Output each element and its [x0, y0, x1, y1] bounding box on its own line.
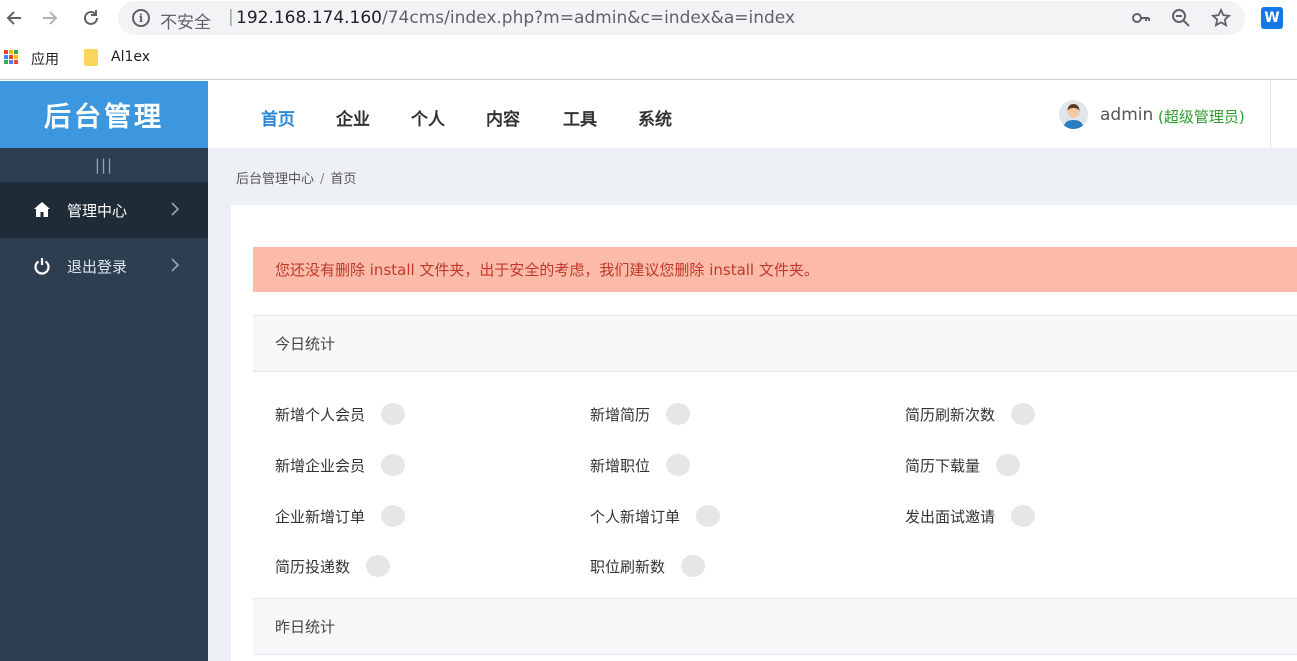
install-warning-alert: 您还没有删除 install 文件夹，出于安全的考虑，我们建议您删除 insta…: [253, 247, 1297, 292]
admin-app: 后台管理 ||| 管理中心 退出登录 首页 企业 个人 内容 工具 系统 adm…: [0, 81, 1297, 661]
stat-item: 企业新增订单: [275, 505, 406, 527]
tab-company[interactable]: 企业: [336, 105, 370, 130]
stat-item: 职位刷新数: [590, 555, 706, 577]
tab-system[interactable]: 系统: [638, 105, 672, 130]
count-badge: [381, 403, 406, 425]
count-badge: [666, 454, 691, 476]
count-badge: [696, 505, 721, 527]
insecure-label: 不安全: [160, 13, 211, 33]
extension-icon[interactable]: W: [1261, 7, 1283, 29]
back-icon[interactable]: [0, 4, 28, 32]
logo[interactable]: 后台管理: [0, 81, 208, 148]
apps-grid-icon[interactable]: [4, 50, 18, 64]
stat-item: 个人新增订单: [590, 505, 721, 527]
reload-icon[interactable]: [77, 4, 105, 32]
breadcrumb-item: 首页: [330, 172, 357, 187]
url-separator: |: [228, 7, 234, 27]
count-badge: [381, 505, 406, 527]
count-badge: [381, 454, 406, 476]
section-title-today: 今日统计: [253, 315, 1297, 372]
count-badge: [1011, 403, 1036, 425]
url-text[interactable]: 192.168.174.160/74cms/index.php?m=admin&…: [236, 8, 795, 28]
stat-item: 简历投递数: [275, 555, 391, 577]
tab-home[interactable]: 首页: [261, 105, 295, 130]
bookmark-apps[interactable]: 应用: [31, 49, 59, 69]
sidebar-item-dashboard[interactable]: 管理中心: [0, 182, 208, 238]
chevron-right-icon: [170, 201, 180, 220]
bookmarks-bar: 应用 Al1ex: [0, 36, 1297, 80]
folder-icon: [84, 49, 98, 66]
stat-item: 简历刷新次数: [905, 403, 1036, 425]
key-icon[interactable]: [1130, 7, 1152, 29]
bookmark-folder[interactable]: Al1ex: [111, 49, 150, 65]
chevron-right-icon: [170, 257, 180, 276]
count-badge: [666, 403, 691, 425]
stat-item: 新增企业会员: [275, 454, 406, 476]
stat-item: 新增简历: [590, 403, 691, 425]
count-badge: [366, 555, 391, 577]
address-bar[interactable]: i 不安全 | 192.168.174.160/74cms/index.php?…: [118, 1, 1245, 35]
collapse-toggle-icon[interactable]: |||: [0, 148, 208, 182]
zoom-icon[interactable]: [1170, 7, 1192, 29]
count-badge: [681, 555, 706, 577]
user-name[interactable]: admin: [1100, 105, 1153, 125]
section-title-yesterday: 昨日统计: [253, 598, 1297, 655]
breadcrumb: 后台管理中心 / 首页: [236, 172, 357, 187]
user-role: (超级管理员): [1158, 108, 1245, 126]
bookmark-star-icon[interactable]: [1210, 7, 1232, 29]
tab-tools[interactable]: 工具: [563, 105, 597, 130]
home-icon: [32, 200, 52, 220]
divider: [1270, 81, 1271, 148]
sidebar-item-label: 退出登录: [67, 257, 128, 276]
stat-item: 简历下载量: [905, 454, 1021, 476]
sidebar-item-logout[interactable]: 退出登录: [0, 238, 208, 294]
info-icon[interactable]: i: [132, 9, 150, 27]
sidebar: 后台管理 ||| 管理中心 退出登录: [0, 81, 208, 661]
stat-item: 发出面试邀请: [905, 505, 1036, 527]
count-badge: [996, 454, 1021, 476]
main-panel: 您还没有删除 install 文件夹，出于安全的考虑，我们建议您删除 insta…: [231, 205, 1297, 661]
breadcrumb-item[interactable]: 后台管理中心: [236, 172, 314, 187]
forward-icon[interactable]: [36, 4, 64, 32]
stat-item: 新增职位: [590, 454, 691, 476]
avatar[interactable]: [1059, 100, 1088, 129]
sidebar-item-label: 管理中心: [67, 201, 128, 220]
browser-toolbar: i 不安全 | 192.168.174.160/74cms/index.php?…: [0, 0, 1297, 36]
tab-personal[interactable]: 个人: [411, 105, 445, 130]
power-icon: [32, 256, 52, 276]
top-nav: 首页 企业 个人 内容 工具 系统 admin (超级管理员): [208, 81, 1297, 148]
count-badge: [1011, 505, 1036, 527]
stat-item: 新增个人会员: [275, 403, 406, 425]
tab-content[interactable]: 内容: [486, 105, 520, 130]
